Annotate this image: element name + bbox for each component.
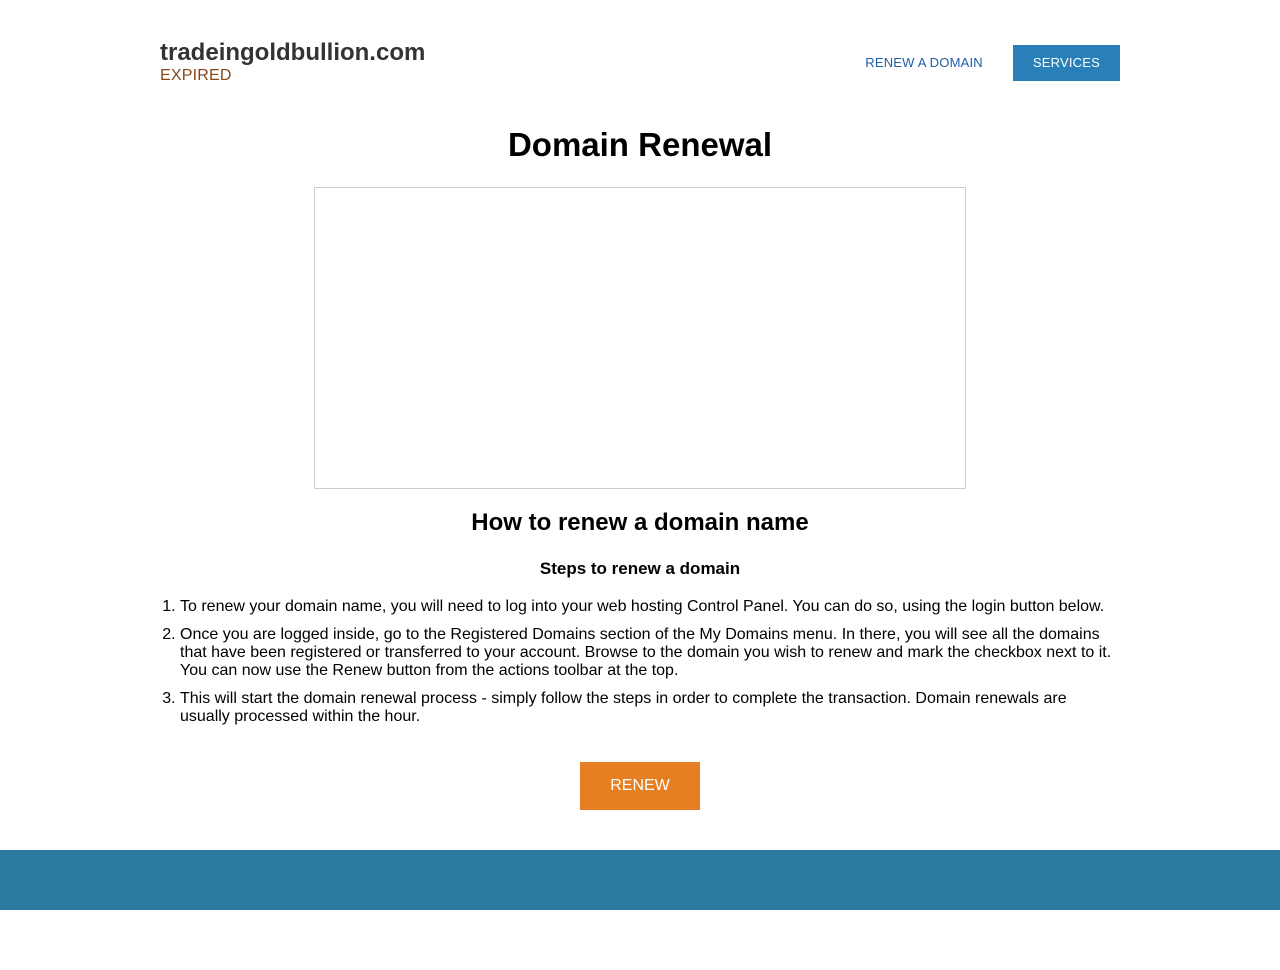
main-content: Domain Renewal How to renew a domain nam… bbox=[160, 125, 1120, 810]
step-item: To renew your domain name, you will need… bbox=[180, 598, 1120, 616]
services-button[interactable]: SERVICES bbox=[1012, 45, 1120, 81]
brand: tradeingoldbullion.com EXPIRED bbox=[160, 39, 425, 85]
site-footer: Copyright Ã Ã Â© tradeingoldbullion.com … bbox=[0, 850, 1280, 948]
copyright-text: Copyright Ã Ã Â© tradeingoldbullion.com … bbox=[485, 932, 802, 948]
steps-list: To renew your domain name, you will need… bbox=[160, 598, 1120, 726]
step-item: This will start the domain renewal proce… bbox=[180, 690, 1120, 726]
section-subtitle: How to renew a domain name bbox=[471, 509, 809, 536]
steps-title: Steps to renew a domain bbox=[539, 559, 741, 578]
page-title: Domain Renewal bbox=[507, 126, 773, 163]
main-nav: RENEW A DOMAIN SERVICES bbox=[850, 45, 1120, 81]
site-header: tradeingoldbullion.com EXPIRED RENEW A D… bbox=[160, 0, 1120, 100]
step-item: Once you are logged inside, go to the Re… bbox=[180, 626, 1120, 680]
renew-domain-link[interactable]: RENEW A DOMAIN bbox=[850, 45, 998, 81]
embedded-frame bbox=[314, 187, 966, 489]
page-container: tradeingoldbullion.com EXPIRED RENEW A D… bbox=[160, 0, 1120, 810]
domain-name: tradeingoldbullion.com bbox=[160, 39, 426, 66]
renew-button[interactable]: RENEW bbox=[580, 762, 700, 810]
domain-status: EXPIRED bbox=[160, 67, 232, 84]
renew-button-container: RENEW bbox=[160, 762, 1120, 810]
